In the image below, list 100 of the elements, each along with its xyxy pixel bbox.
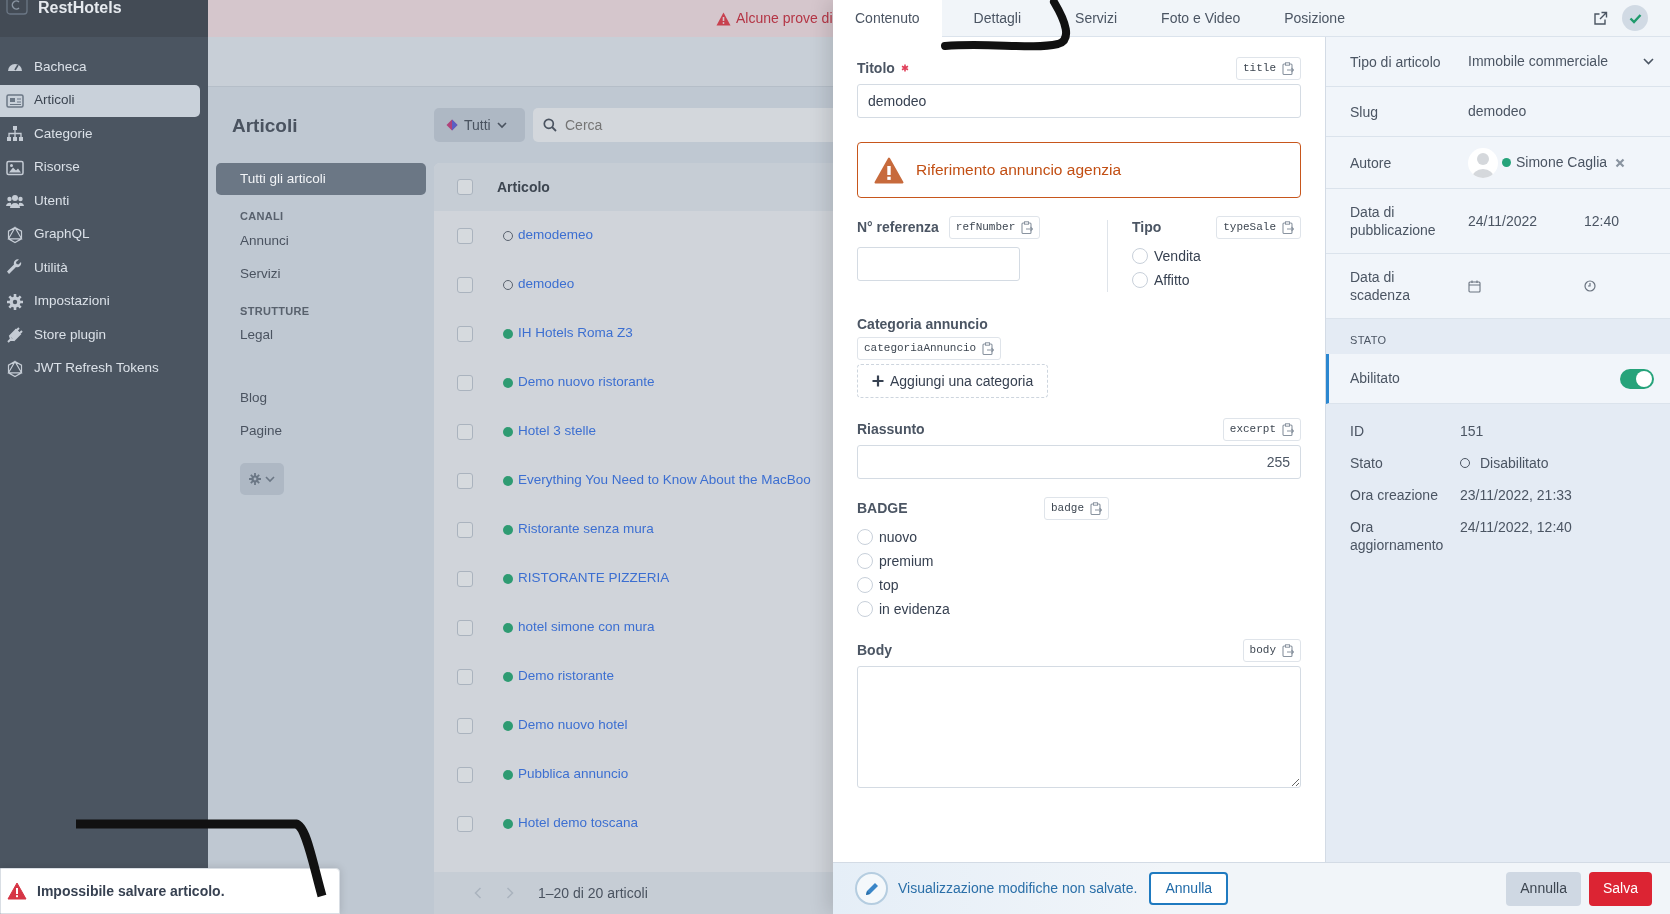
sidebar-item[interactable]: Categorie xyxy=(0,118,200,150)
save-button[interactable]: Salva xyxy=(1588,871,1652,906)
cancel-button[interactable]: Annulla xyxy=(1506,871,1581,906)
article-link[interactable]: Demo nuovo hotel xyxy=(518,715,628,736)
radio-button[interactable] xyxy=(1132,272,1148,288)
search-icon xyxy=(543,118,557,132)
alert-message: Alcune prove di xyxy=(736,9,833,28)
row-checkbox[interactable] xyxy=(457,570,473,587)
nav-item[interactable]: Tutti gli articoli xyxy=(216,163,426,195)
text-field[interactable] xyxy=(857,247,1020,281)
row-checkbox[interactable] xyxy=(457,374,473,391)
radio-button[interactable] xyxy=(857,601,873,617)
date-field[interactable]: 24/11/2022 xyxy=(1468,212,1538,229)
article-link[interactable]: demodemeo xyxy=(518,225,594,246)
copy-key-button[interactable]: refNumber xyxy=(948,215,1041,239)
close-icon[interactable] xyxy=(1615,157,1626,168)
text-field[interactable]: demodeo xyxy=(857,84,1301,118)
chevron-left-icon[interactable] xyxy=(474,887,482,899)
row-checkbox[interactable] xyxy=(457,423,473,440)
radio-button[interactable] xyxy=(1132,248,1148,264)
undo-button[interactable]: Annulla xyxy=(1149,872,1229,905)
radio-label[interactable]: premium xyxy=(879,550,934,572)
article-link[interactable]: Hotel 3 stelle xyxy=(518,421,597,442)
radio-label[interactable]: Affitto xyxy=(1154,269,1190,291)
field-label: Data di pubblicazione xyxy=(1350,203,1437,239)
copy-key-button[interactable]: title xyxy=(1236,56,1301,80)
nav-item[interactable]: Blog xyxy=(216,382,426,414)
radio-button[interactable] xyxy=(857,529,873,545)
row-checkbox[interactable] xyxy=(457,619,473,636)
column-header: Articolo xyxy=(497,177,550,197)
article-link[interactable]: Demo ristorante xyxy=(518,666,615,687)
row-checkbox[interactable] xyxy=(457,766,473,783)
section-heading: STATO xyxy=(1349,332,1388,348)
article-link[interactable]: Ristorante senza mura xyxy=(518,519,654,540)
caret-icon xyxy=(1643,58,1654,65)
article-link[interactable]: IH Hotels Roma Z3 xyxy=(518,323,633,344)
article-link[interactable]: Everything You Need to Know About the MacBoo xyxy=(518,470,811,491)
author-name: Simone Caglia xyxy=(1516,153,1608,172)
radio-label[interactable]: in evidenza xyxy=(879,598,950,620)
search-box[interactable]: Cerca xyxy=(533,108,833,142)
row-checkbox[interactable] xyxy=(457,472,473,489)
sidebar-item[interactable]: Utilità xyxy=(0,252,200,284)
radio-label[interactable]: nuovo xyxy=(879,526,918,548)
sidebar-item[interactable]: Risorse xyxy=(0,151,200,184)
row-checkbox[interactable] xyxy=(457,325,473,342)
nav-item[interactable]: Servizi xyxy=(216,257,426,290)
row-checkbox[interactable] xyxy=(457,717,473,734)
chevron-right-icon[interactable] xyxy=(506,887,514,899)
sidebar-item[interactable]: Store plugin xyxy=(0,319,200,351)
row-checkbox[interactable] xyxy=(457,227,473,244)
filter-dropdown[interactable]: Tutti xyxy=(434,108,525,142)
copy-key-button[interactable]: typeSale xyxy=(1216,215,1301,239)
search-field[interactable]: Cerca xyxy=(563,113,823,137)
external-link-icon[interactable] xyxy=(1593,10,1608,26)
copy-key-button[interactable]: badge xyxy=(1044,496,1109,520)
row-checkbox[interactable] xyxy=(457,276,473,293)
radio-label[interactable]: top xyxy=(879,574,899,596)
article-link[interactable]: RISTORANTE PIZZERIA xyxy=(518,568,670,589)
row-checkbox[interactable] xyxy=(457,521,473,538)
radio-button[interactable] xyxy=(857,577,873,593)
check-button[interactable] xyxy=(1622,5,1648,31)
row-checkbox[interactable] xyxy=(457,815,473,832)
article-link[interactable]: Demo nuovo ristorante xyxy=(518,372,655,393)
time-field[interactable]: 12:40 xyxy=(1584,212,1620,229)
sidebar-item[interactable]: Articoli xyxy=(0,84,200,117)
article-link[interactable]: Pubblica annuncio xyxy=(518,764,629,785)
select-field[interactable]: Immobile commerciale xyxy=(1468,51,1654,72)
sidebar-item[interactable]: Bacheca xyxy=(0,51,200,83)
radio-label[interactable]: Vendita xyxy=(1154,245,1201,267)
sidebar-item[interactable]: JWT Refresh Tokens xyxy=(0,352,200,385)
copy-key-button[interactable]: body xyxy=(1242,638,1301,662)
copy-key-button[interactable]: categoriaAnnuncio xyxy=(857,337,1002,360)
article-link[interactable]: demodeo xyxy=(518,274,575,295)
sidebar-item[interactable]: GraphQL xyxy=(0,218,200,251)
settings-button[interactable] xyxy=(240,463,284,495)
clock-icon[interactable] xyxy=(1584,280,1596,292)
sidebar-item[interactable]: Utenti xyxy=(0,185,200,217)
radio-button[interactable] xyxy=(857,553,873,569)
article-link[interactable]: Hotel demo toscana xyxy=(518,813,639,834)
article-link[interactable]: hotel simone con mura xyxy=(518,617,655,638)
copy-key-button[interactable]: excerpt xyxy=(1222,417,1301,441)
calendar-icon[interactable] xyxy=(1468,279,1481,293)
nav-item[interactable]: Annunci xyxy=(216,224,426,257)
text-area[interactable] xyxy=(857,666,1301,788)
nav-item[interactable]: Legal xyxy=(216,319,426,351)
field-label: Titolo xyxy=(857,58,895,78)
toggle-switch[interactable] xyxy=(1620,368,1654,389)
tab[interactable]: Dettagli xyxy=(941,0,1054,37)
row-checkbox[interactable] xyxy=(457,668,473,685)
nav-item[interactable]: Pagine xyxy=(216,415,426,447)
warning-icon xyxy=(874,156,904,184)
text-field[interactable]: 255 xyxy=(857,445,1301,479)
sidebar-item[interactable]: Impostazioni xyxy=(0,285,200,318)
field-label: Tipo di articolo xyxy=(1350,52,1442,71)
tab[interactable]: Servizi xyxy=(1053,0,1140,37)
select-all-checkbox[interactable] xyxy=(457,179,473,195)
tab[interactable]: Posizione xyxy=(1262,0,1367,37)
add-category-button[interactable]: Aggiungi una categoria xyxy=(857,364,1049,398)
tab[interactable]: Foto e Video xyxy=(1139,0,1263,37)
tab[interactable]: Contenuto xyxy=(833,0,942,37)
